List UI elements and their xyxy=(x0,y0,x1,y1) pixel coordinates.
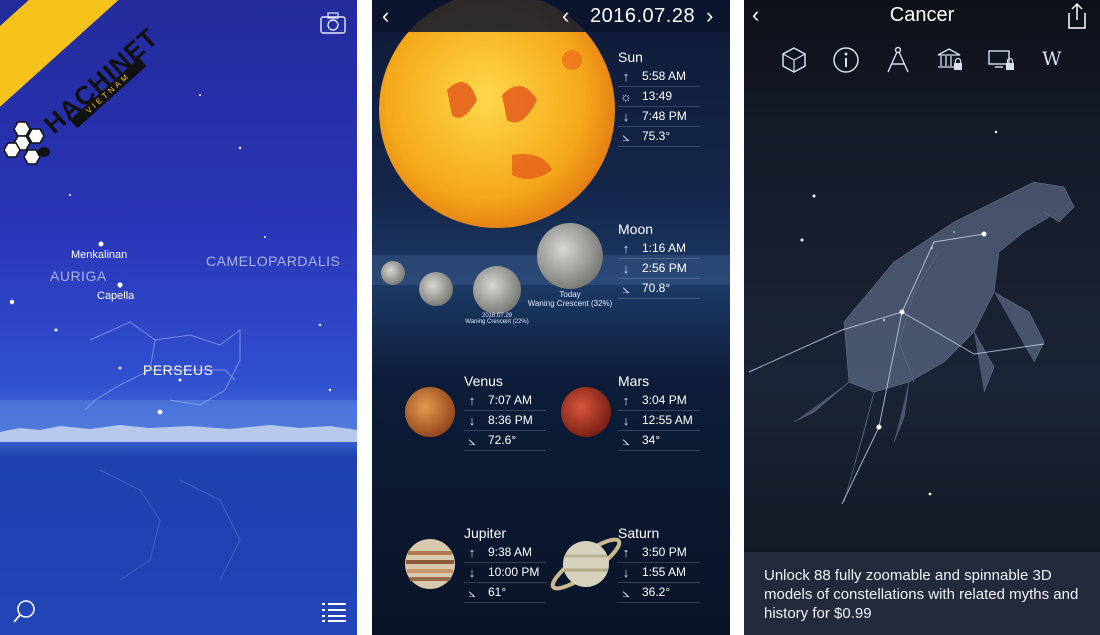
sun-altitude-row: ⦣ 75.3° xyxy=(618,127,700,147)
moon-rise-value: 1:16 AM xyxy=(642,241,687,255)
set-icon: ↓ xyxy=(622,261,630,276)
detail-toolbar: W xyxy=(744,42,1100,82)
sun-rise-value: 5:58 AM xyxy=(642,69,687,83)
jupiter-set-value: 10:00 PM xyxy=(488,565,540,579)
sky-canvas[interactable] xyxy=(0,0,357,635)
rise-icon: ↑ xyxy=(468,545,476,560)
saturn-set-row: ↓ 1:55 AM xyxy=(618,563,700,583)
rise-icon: ↑ xyxy=(622,241,630,256)
cancer-3d-model[interactable] xyxy=(744,92,1100,552)
venus-altitude-row: ⦣ 72.6° xyxy=(464,431,546,451)
moon-today-label: Today xyxy=(559,290,581,299)
set-icon: ↓ xyxy=(622,109,630,124)
rise-icon: ↑ xyxy=(622,69,630,84)
solar-system-screen: ‹ ‹ 2016.07.28 › Sun ↑ 5:58 AM ☼ 13:49 ↓ 7:… xyxy=(372,0,730,635)
set-icon: ↓ xyxy=(622,413,630,428)
saturn-set-value: 1:55 AM xyxy=(642,565,687,579)
altitude-icon: ⦣ xyxy=(622,585,630,600)
venus-rise-value: 7:07 AM xyxy=(488,393,533,407)
venus-rise-row: ↑ 7:07 AM xyxy=(464,391,546,411)
moon-label[interactable]: Moon xyxy=(618,221,653,237)
sun-rise-row: ↑ 5:58 AM xyxy=(618,67,700,87)
unlock-caption-text: Unlock 88 fully zoomable and spinnable 3… xyxy=(764,567,1079,622)
saturn-rise-value: 3:50 PM xyxy=(642,545,687,559)
venus-altitude-value: 72.6° xyxy=(488,433,517,447)
mars-set-value: 12:55 AM xyxy=(642,413,693,427)
jupiter-label[interactable]: Jupiter xyxy=(464,525,506,541)
compass-icon[interactable] xyxy=(884,46,912,74)
altitude-icon: ⦣ xyxy=(622,129,630,144)
saturn-altitude-row: ⦣ 36.2° xyxy=(618,583,700,603)
mars-rise-value: 3:04 PM xyxy=(642,393,687,407)
set-icon: ↓ xyxy=(622,565,630,580)
set-icon: ↓ xyxy=(468,413,476,428)
altitude-icon: ⦣ xyxy=(468,433,476,448)
previous-date-icon[interactable]: ‹ xyxy=(562,5,569,27)
mars-altitude-value: 34° xyxy=(642,433,661,447)
jupiter-set-row: ↓ 10:00 PM xyxy=(464,563,546,583)
constellation-label-camelopardalis[interactable]: CAMELOPARDALIS xyxy=(206,253,340,269)
set-icon: ↓ xyxy=(468,565,476,580)
mars-altitude-row: ⦣ 34° xyxy=(618,431,700,451)
saturn-rise-row: ↑ 3:50 PM xyxy=(618,543,700,563)
altitude-icon: ⦣ xyxy=(622,433,630,448)
sun-transit-value: 13:49 xyxy=(642,89,673,103)
sun-altitude-value: 75.3° xyxy=(642,129,671,143)
saturn-altitude-value: 36.2° xyxy=(642,585,671,599)
museum-lock-icon[interactable] xyxy=(936,46,964,74)
altitude-icon: ⦣ xyxy=(468,585,476,600)
rise-icon: ↑ xyxy=(468,393,476,408)
unlock-caption-panel[interactable]: Unlock 88 fully zoomable and spinnable 3… xyxy=(744,552,1100,635)
mars-label[interactable]: Mars xyxy=(618,373,649,389)
sun-transit-row: ☼ 13:49 xyxy=(618,87,700,107)
constellation-label-perseus[interactable]: PERSEUS xyxy=(143,362,213,378)
moon-set-row: ↓ 2:56 PM xyxy=(618,259,700,279)
moon-altitude-row: ⦣ 70.8° xyxy=(618,279,700,299)
mars-rise-row: ↑ 3:04 PM xyxy=(618,391,700,411)
jupiter-altitude-value: 61° xyxy=(488,585,507,599)
venus-set-row: ↓ 8:36 PM xyxy=(464,411,546,431)
camera-icon[interactable] xyxy=(320,12,346,34)
moon-altitude-value: 70.8° xyxy=(642,281,671,295)
saturn-label[interactable]: Saturn xyxy=(618,525,659,541)
back-chevron-icon[interactable]: ‹ xyxy=(382,5,389,27)
sun-label[interactable]: Sun xyxy=(618,49,643,65)
star-label-capella[interactable]: Capella xyxy=(97,290,134,302)
jupiter-altitude-row: ⦣ 61° xyxy=(464,583,546,603)
sun-set-value: 7:48 PM xyxy=(642,109,687,123)
menu-icon[interactable] xyxy=(322,602,346,622)
sky-view-screen: AURIGA CAMELOPARDALIS PERSEUS Menkalinan… xyxy=(0,0,357,635)
constellation-detail-screen: ‹ Cancer W Unlock 88 fully zoomable and … xyxy=(744,0,1100,635)
info-icon[interactable] xyxy=(832,46,860,74)
3d-model-icon[interactable] xyxy=(780,46,808,74)
rise-icon: ↑ xyxy=(622,545,630,560)
search-icon[interactable] xyxy=(12,598,38,624)
constellation-title: Cancer xyxy=(889,4,955,26)
constellation-label-auriga[interactable]: AURIGA xyxy=(50,268,107,284)
sun-set-row: ↓ 7:48 PM xyxy=(618,107,700,127)
altitude-icon: ⦣ xyxy=(622,281,630,296)
share-icon[interactable] xyxy=(1066,2,1088,30)
jupiter-rise-row: ↑ 9:38 AM xyxy=(464,543,546,563)
next-date-icon[interactable]: › xyxy=(706,5,713,27)
mars-set-row: ↓ 12:55 AM xyxy=(618,411,700,431)
screen-lock-icon[interactable] xyxy=(988,46,1016,74)
venus-set-value: 8:36 PM xyxy=(488,413,533,427)
moon-set-value: 2:56 PM xyxy=(642,261,687,275)
rise-icon: ↑ xyxy=(622,393,630,408)
transit-sun-icon: ☼ xyxy=(620,89,632,104)
current-date[interactable]: 2016.07.28 xyxy=(590,5,695,28)
venus-label[interactable]: Venus xyxy=(464,373,503,389)
moon-today-phase: Waning Crescent (32%) xyxy=(527,299,613,308)
moon-rise-row: ↑ 1:16 AM xyxy=(618,239,700,259)
star-label-menkalinan[interactable]: Menkalinan xyxy=(71,249,127,261)
moon-next-phase: Waning Crescent (22%) xyxy=(465,319,529,325)
wikipedia-icon[interactable]: W xyxy=(1042,48,1070,76)
jupiter-rise-value: 9:38 AM xyxy=(488,545,533,559)
